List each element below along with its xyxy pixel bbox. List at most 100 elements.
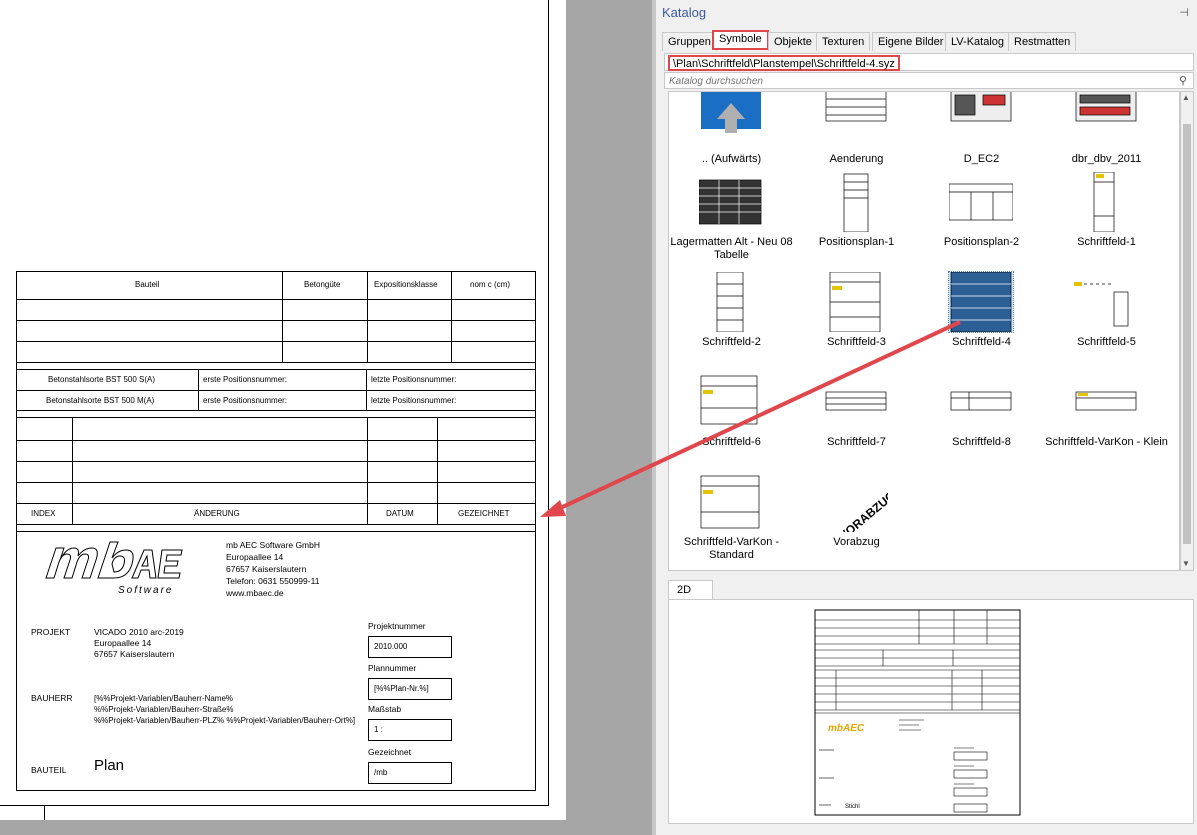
search-bar[interactable]: ⚲ — [664, 72, 1194, 89]
scroll-thumb[interactable] — [1183, 124, 1191, 544]
catalog-item-label: Schriftfeld-1 — [1077, 236, 1136, 248]
preview-logo: mbAEC — [828, 723, 865, 734]
catalog-panel: Katalog ⊣ Gruppen Symbole Objekte Textur… — [652, 0, 1197, 835]
projektnummer-field[interactable]: 2010.000 — [368, 636, 452, 658]
gezeichnet-field[interactable]: /mb — [368, 762, 452, 784]
rule — [16, 369, 536, 370]
catalog-item[interactable]: Schriftfeld-2 — [669, 271, 794, 372]
sheet-border-bottom — [0, 805, 549, 806]
form-thumbnail — [824, 172, 888, 233]
preview-pane: mbAEC Stichl — [668, 599, 1194, 824]
path-bar[interactable]: \Plan\Schriftfeld\Planstempel\Schriftfel… — [664, 53, 1194, 71]
tab-2d[interactable]: 2D — [668, 580, 713, 600]
symbol-grid[interactable]: .. (Aufwärts) Aenderung D_EC2 dbr_dbv_2011 L… — [668, 91, 1180, 571]
form-thumbnail — [948, 172, 1014, 232]
catalog-item[interactable]: Schriftfeld-8 — [919, 372, 1044, 472]
catalog-item-label: Schriftfeld-VarKon - Standard — [683, 536, 780, 561]
catalog-item[interactable]: Schriftfeld-7 — [794, 372, 919, 472]
catalog-item-label: Lagermatten Alt - Neu 08 Tabelle — [670, 236, 793, 261]
tab-lv-katalog[interactable]: LV-Katalog — [945, 32, 1011, 51]
drawing-background — [566, 0, 652, 835]
sheet-border-right — [548, 0, 549, 806]
catalog-item[interactable]: Positionsplan-1 — [794, 172, 919, 272]
catalog-item-label: D_EC2 — [963, 153, 1000, 165]
catalog-item-label: Schriftfeld-VarKon - Klein — [1045, 436, 1168, 448]
pin-icon[interactable]: ⊣ — [1179, 6, 1189, 19]
form-thumbnail — [824, 271, 888, 333]
logo-subtitle: Software — [118, 585, 174, 596]
gezeichnet-label: Gezeichnet — [368, 747, 411, 757]
catalog-item[interactable]: Schriftfeld-VarKon - Standard — [669, 472, 794, 570]
rule — [16, 341, 536, 342]
scroll-up-icon[interactable]: ▲ — [1182, 93, 1190, 102]
rule — [16, 524, 536, 525]
tab-texturen[interactable]: Texturen — [816, 32, 871, 51]
catalog-item-label: Schriftfeld-2 — [702, 336, 761, 348]
drawing-thumbnail — [949, 92, 1013, 149]
steel-letzte-1: letzte Positionsnummer: — [371, 375, 457, 384]
catalog-item-label: Schriftfeld-3 — [827, 336, 886, 348]
rule — [366, 369, 367, 410]
form-thumbnail — [699, 372, 763, 432]
form-thumbnail — [1074, 171, 1138, 233]
catalog-item-label: Schriftfeld-4 — [952, 336, 1011, 348]
bauherr-line-3: %%Projekt-Variablen/Bauherr-PLZ% %%Proje… — [94, 716, 356, 725]
catalog-item[interactable]: Positionsplan-2 — [919, 172, 1044, 272]
plannummer-field[interactable]: [%%Plan-Nr.%] — [368, 678, 452, 700]
rev-aenderung: ÄNDERUNG — [194, 509, 240, 518]
form-thumbnail — [699, 271, 763, 333]
catalog-item[interactable]: Schriftfeld-4 — [919, 271, 1044, 372]
search-input[interactable] — [669, 74, 1159, 88]
grid-scrollbar[interactable]: ▲ ▼ — [1180, 91, 1194, 571]
rule — [16, 482, 536, 483]
rule — [16, 390, 536, 391]
rule — [367, 417, 368, 524]
projekt-line-1: VICADO 2010 arc-2019 — [94, 627, 184, 637]
drawing-canvas[interactable]: Bauteil Betongüte Expositionsklasse nom … — [0, 0, 566, 835]
rule — [451, 271, 452, 362]
rule — [16, 503, 536, 504]
steel-letzte-2: letzte Positionsnummer: — [371, 396, 457, 405]
tab-symbole[interactable]: Symbole — [712, 30, 769, 50]
massstab-field[interactable]: 1 : — [368, 719, 452, 741]
search-icon[interactable]: ⚲ — [1179, 74, 1187, 87]
form-thumbnail — [948, 271, 1014, 333]
catalog-item[interactable]: Lagermatten Alt - Neu 08 Tabelle — [669, 172, 794, 272]
rule — [16, 299, 536, 300]
stamp-thumbnail: VORABZUG — [824, 472, 898, 543]
header-exposition: Expositionsklasse — [374, 280, 438, 289]
tab-objekte[interactable]: Objekte — [768, 32, 818, 51]
catalog-item[interactable]: Schriftfeld-VarKon - Klein — [1044, 372, 1169, 472]
table-thumbnail — [824, 92, 888, 149]
catalog-item[interactable]: Schriftfeld-5 — [1044, 272, 1169, 372]
catalog-item-label: Vorabzug — [833, 536, 880, 548]
rule — [367, 271, 368, 362]
catalog-item[interactable]: Schriftfeld-6 — [669, 372, 794, 472]
tab-gruppen[interactable]: Gruppen — [662, 32, 717, 51]
tab-restmatten[interactable]: Restmatten — [1008, 32, 1077, 51]
catalog-item-label: .. (Aufwärts) — [701, 153, 762, 165]
company-street: Europaallee 14 — [226, 552, 284, 562]
rev-datum: DATUM — [386, 509, 414, 518]
mbaec-logo: Software — [44, 538, 186, 600]
catalog-path[interactable]: \Plan\Schriftfeld\Planstempel\Schriftfel… — [668, 55, 900, 71]
bauherr-line-1: [%%Projekt-Variablen/Bauherr-Name% — [94, 694, 234, 703]
rule — [198, 369, 199, 410]
scroll-down-icon[interactable]: ▼ — [1182, 559, 1190, 568]
tab-eigene-bilder[interactable]: Eigene Bilder — [872, 32, 950, 51]
rule — [72, 417, 73, 524]
steel-sorte-2: Betonstahlsorte BST 500 M(A) — [46, 396, 155, 405]
catalog-item[interactable]: VORABZUG Vorabzug — [794, 472, 919, 570]
table-thumbnail — [698, 172, 763, 232]
plannummer-label: Plannummer — [368, 663, 417, 673]
header-nomc: nom c (cm) — [470, 280, 510, 289]
catalog-item[interactable]: Schriftfeld-3 — [794, 271, 919, 372]
projekt-line-3: 67657 Kaiserslautern — [94, 649, 175, 659]
form-thumbnail — [1074, 372, 1138, 432]
rule — [16, 362, 536, 363]
catalog-title: Katalog — [662, 5, 707, 20]
preview-stamp: Stichl — [845, 804, 860, 810]
catalog-item[interactable]: Schriftfeld-1 — [1044, 171, 1169, 272]
catalog-item-label: Schriftfeld-7 — [827, 436, 886, 448]
company-phone: Telefon: 0631 550999-11 — [226, 576, 320, 586]
